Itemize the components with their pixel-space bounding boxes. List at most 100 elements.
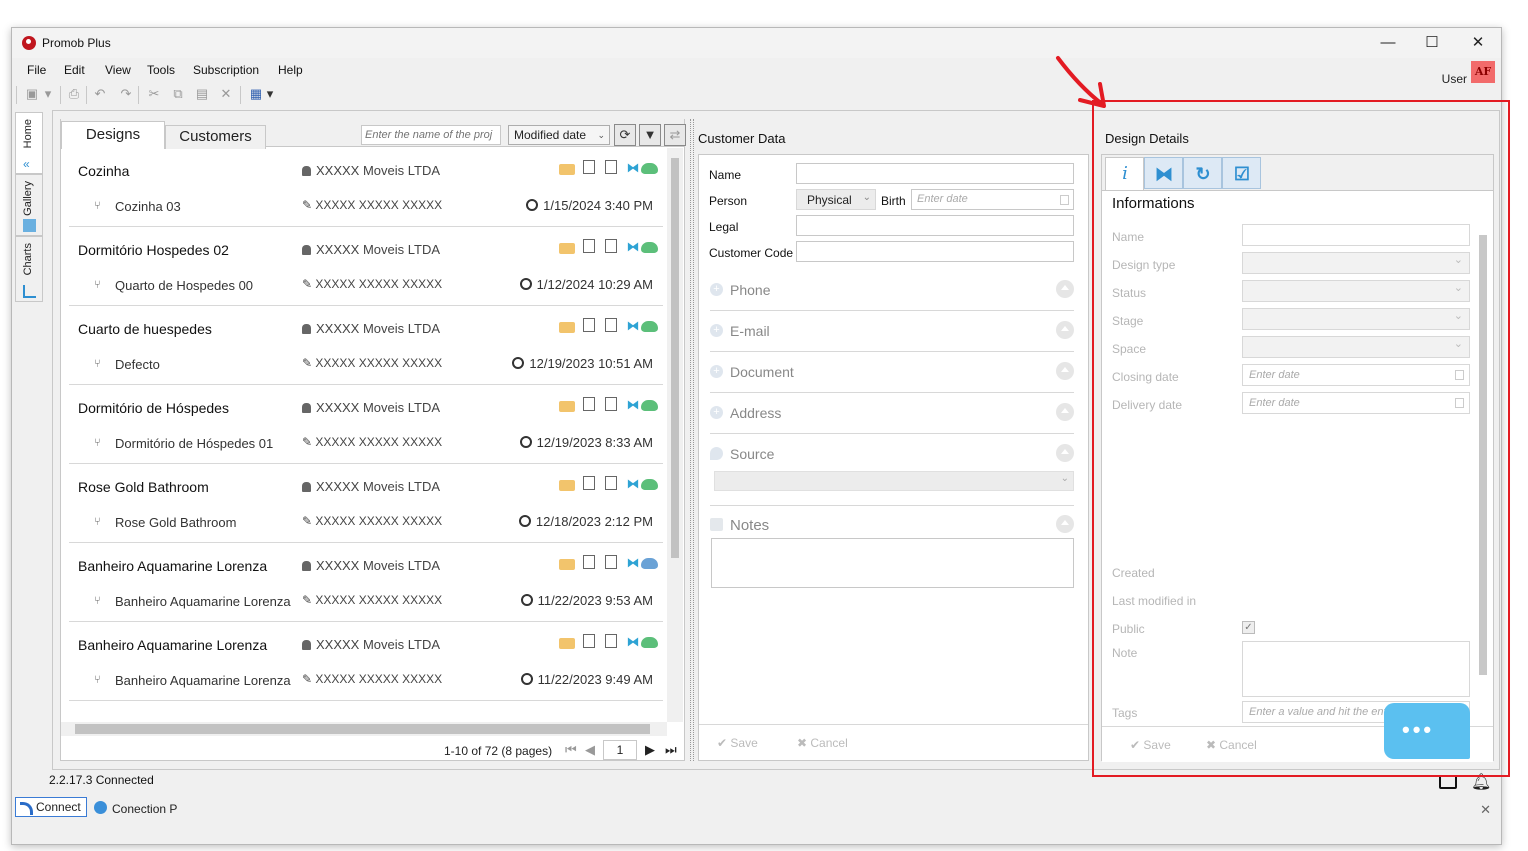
calendar-icon[interactable] [1060,195,1069,205]
save-icon[interactable]: ▣ [24,86,40,102]
refresh-button[interactable]: ⟳ [614,124,636,146]
redo-icon[interactable]: ↷ [118,86,134,102]
page-number-input[interactable]: 1 [603,740,637,760]
collapse-icon[interactable] [1056,280,1074,298]
scrollbar-thumb[interactable] [1479,235,1487,675]
minimize-button[interactable]: — [1373,32,1403,54]
side-tab-charts[interactable]: Charts [15,236,43,302]
tab-structure[interactable]: ⧓ [1144,157,1183,189]
collapse-icon[interactable] [1056,515,1074,533]
tab-designs[interactable]: Designs [61,121,165,149]
search-input[interactable] [361,125,501,145]
list-item[interactable]: Banheiro Aquamarine Lorenza XXXXX Moveis … [69,543,663,622]
add-version-icon[interactable]: ⧓ [625,476,641,492]
public-checkbox[interactable]: ✓ [1242,621,1255,634]
export-icon[interactable] [605,397,617,411]
paste-icon[interactable]: ▤ [194,86,210,102]
design-version[interactable]: Banheiro Aquamarine Lorenza [115,594,291,609]
copy-icon[interactable] [583,476,595,490]
print-icon[interactable]: ⎙ [66,86,82,102]
design-name-field[interactable] [1242,224,1470,246]
menu-subscription[interactable]: Subscription [193,63,259,77]
cloud-sync-icon[interactable] [641,637,658,648]
export-icon[interactable] [605,318,617,332]
calendar-icon[interactable] [1455,370,1464,380]
export-icon[interactable] [605,239,617,253]
design-version[interactable]: Defecto [115,357,160,372]
list-item[interactable]: Rose Gold Bathroom XXXXX Moveis LTDA ⧓ ⑂ Ros… [69,464,663,543]
next-page-icon[interactable]: ▶ [645,742,655,758]
tab-checklist[interactable]: ☑ [1222,157,1261,189]
export-icon[interactable] [605,476,617,490]
folder-icon[interactable] [559,638,575,649]
stage-select[interactable] [1242,308,1470,330]
list-item[interactable]: Dormitório Hospedes 02 XXXXX Moveis LTDA ⧓… [69,227,663,306]
delivery-date-field[interactable]: Enter date [1242,392,1470,414]
birth-date-field[interactable]: Enter date [911,189,1074,210]
folder-icon[interactable] [559,480,575,491]
devices-icon[interactable] [1439,775,1457,789]
menu-help[interactable]: Help [278,63,303,77]
export-icon[interactable] [605,634,617,648]
cloud-sync-icon[interactable] [641,479,658,490]
collapse-icon[interactable] [1056,321,1074,339]
design-version[interactable]: Banheiro Aquamarine Lorenza [115,673,291,688]
list-item[interactable]: Cozinha XXXXX Moveis LTDA ⧓ ⑂ Cozinha 03 ✎ XX… [69,148,663,227]
cancel-button[interactable]: ✖ Cancel [797,736,848,750]
export-icon[interactable] [605,160,617,174]
scrollbar-thumb[interactable] [671,158,679,558]
add-version-icon[interactable]: ⧓ [625,634,641,650]
closing-date-field[interactable]: Enter date [1242,364,1470,386]
undo-icon[interactable]: ↶ [92,86,108,102]
section-email[interactable]: + E-mail [710,312,1074,352]
avatar[interactable]: AF [1471,61,1495,83]
user-label[interactable]: User [1442,72,1467,86]
save-dropdown-icon[interactable]: ▾ [40,86,56,102]
folder-icon[interactable] [559,559,575,570]
cut-icon[interactable]: ✂ [146,86,162,102]
tab-informations[interactable]: i [1105,157,1144,191]
panel-splitter[interactable] [690,119,694,761]
collapse-icon[interactable] [1056,444,1074,462]
copy-icon[interactable]: ⧉ [170,86,186,102]
copy-icon[interactable] [583,555,595,569]
save-button[interactable]: ✔ Save [717,736,758,750]
person-select[interactable]: Physical ⌄ [796,189,876,210]
scrollbar-thumb[interactable] [75,724,650,734]
cloud-sync-icon[interactable] [641,321,658,332]
design-version[interactable]: Cozinha 03 [115,199,181,214]
calendar-icon[interactable] [1455,398,1464,408]
designs-vertical-scrollbar[interactable] [667,148,683,722]
add-version-icon[interactable]: ⧓ [625,397,641,413]
side-tab-home[interactable]: Home « [15,112,43,174]
cloud-sync-icon[interactable] [641,558,658,569]
details-cancel-button[interactable]: ✖ Cancel [1206,738,1257,752]
customer-code-field[interactable] [796,241,1074,262]
status-close-icon[interactable]: ✕ [1480,802,1491,818]
section-document[interactable]: + Document [710,353,1074,393]
copy-icon[interactable] [583,634,595,648]
folder-icon[interactable] [559,243,575,254]
section-source[interactable]: Source ⌄ [710,435,1074,506]
cloud-sync-icon[interactable] [641,163,658,174]
design-version[interactable]: Dormitório de Hóspedes 01 [115,436,273,451]
side-tab-gallery[interactable]: Gallery [15,174,43,236]
section-address[interactable]: + Address [710,394,1074,434]
connection-label[interactable]: Conection P [94,801,177,816]
sort-select[interactable]: Modified date ⌄ [508,125,610,145]
tab-history[interactable]: ↻ [1183,157,1222,189]
folder-icon[interactable] [559,401,575,412]
designs-horizontal-scrollbar[interactable] [61,722,667,736]
menu-view[interactable]: View [105,63,131,77]
maximize-button[interactable]: ☐ [1417,32,1447,54]
last-page-icon[interactable]: ⏭ [665,742,677,758]
cloud-sync-icon[interactable] [641,242,658,253]
bell-icon[interactable]: 🔔︎ [1471,772,1491,792]
menu-file[interactable]: File [27,63,46,77]
list-item[interactable]: Cuarto de huespedes XXXXX Moveis LTDA ⧓ ⑂ De… [69,306,663,385]
list-item[interactable]: Dormitório de Hóspedes XXXXX Moveis LTDA ⧓… [69,385,663,464]
add-version-icon[interactable]: ⧓ [625,160,641,176]
collapse-icon[interactable] [1056,362,1074,380]
copy-icon[interactable] [583,160,595,174]
note-textarea[interactable] [1242,641,1470,697]
